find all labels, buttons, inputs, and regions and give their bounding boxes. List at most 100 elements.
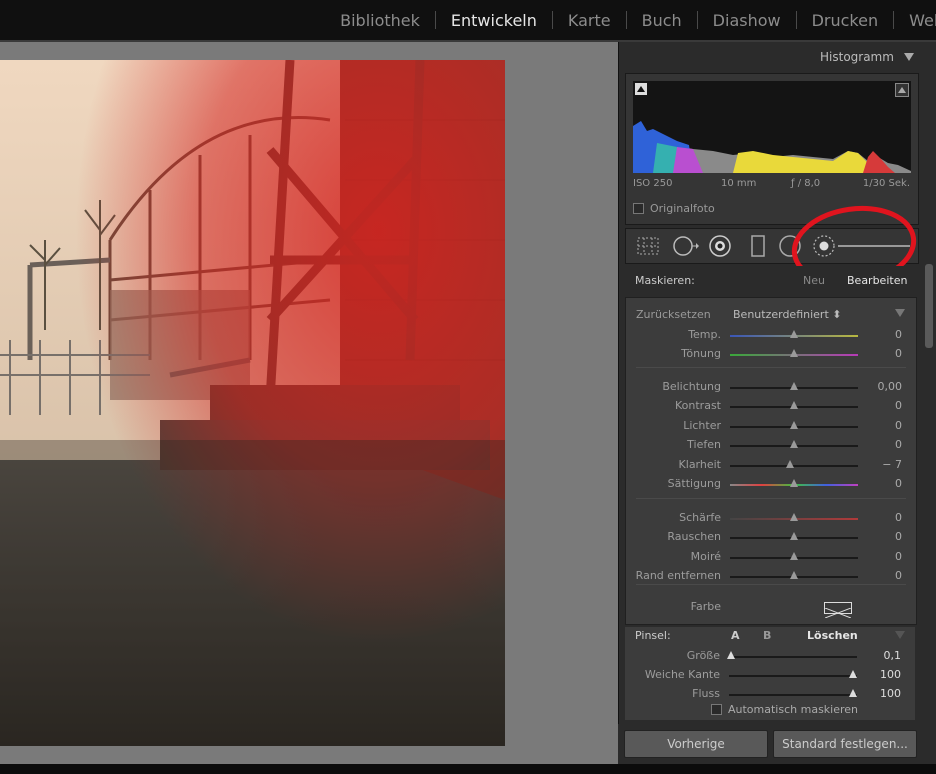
histogram-curve [633,121,911,173]
auto-mask-toggle[interactable]: Automatisch maskieren [711,703,858,716]
module-tab-diashow[interactable]: Diashow [698,11,796,30]
mask-edit-button[interactable]: Bearbeiten [847,274,907,287]
slider-value[interactable]: 0 [895,438,902,451]
slider-lichter[interactable]: Lichter 0 [626,417,916,436]
brush-slider-thumb[interactable] [727,651,736,659]
brush-slider-value[interactable]: 100 [880,668,901,681]
highlight-clipping-toggle[interactable] [895,83,909,97]
slider-value[interactable]: 0 [895,511,902,524]
panel-scrollbar[interactable] [925,264,933,348]
slider-thumb[interactable] [790,513,798,521]
previous-button[interactable]: Vorherige [624,730,768,758]
slider-label: Moiré [690,549,721,563]
brush-slider-track[interactable] [729,675,857,677]
brush-slider-track[interactable] [729,694,857,696]
brush-b-tab[interactable]: B [763,629,771,642]
slider-value[interactable]: 0 [895,399,902,412]
slider-belichtung[interactable]: Belichtung 0,00 [626,378,916,397]
brush-slider-label: Größe [686,649,720,662]
slider-label: Belichtung [662,380,721,393]
shadow-clipping-toggle[interactable] [635,83,647,95]
slider-thumb[interactable] [785,459,794,468]
slider-thumb[interactable] [790,420,798,429]
original-photo-checkbox[interactable] [633,203,644,214]
crop-overlay-icon[interactable] [636,234,660,258]
brush-slider-1[interactable]: Weiche Kante 100 [625,666,915,685]
slider-value[interactable]: 0 [895,530,902,543]
exif-aperture: ƒ / 8,0 [791,178,821,189]
section-divider [636,498,906,499]
brush-collapse-icon[interactable] [895,631,905,639]
slider-track[interactable] [730,464,858,467]
slider-label: Rand entfernen [635,569,721,583]
color-row[interactable]: Farbe [626,598,916,619]
original-photo-toggle[interactable]: Originalfoto [633,202,715,215]
slider-label: Schärfe [679,511,721,524]
brush-slider-value[interactable]: 0,1 [884,649,902,662]
graduated-filter-icon[interactable] [746,234,770,258]
mask-new-button[interactable]: Neu [803,274,825,287]
photo-preview[interactable] [0,60,505,746]
module-tab-bibliothek[interactable]: Bibliothek [325,11,435,30]
section-divider [636,367,906,368]
slider-value[interactable]: 0 [895,419,902,432]
slider-tiefen[interactable]: Tiefen 0 [626,436,916,455]
module-tab-buch[interactable]: Buch [627,11,697,30]
slider-label: Kontrast [675,399,721,413]
slider-value[interactable]: 0 [895,477,902,490]
slider-thumb[interactable] [790,401,798,410]
auto-mask-checkbox[interactable] [711,704,722,715]
slider-rauschen[interactable]: Rauschen 0 [626,528,916,547]
spot-removal-icon[interactable] [672,234,699,258]
slider-value[interactable]: 0 [895,569,902,582]
bottom-button-bar: Vorherige Standard festlegen... [618,724,936,764]
red-eye-correction-icon[interactable] [708,234,732,258]
histogram-title[interactable]: Histogramm [820,50,894,64]
slider-schärfe[interactable]: Schärfe 0 [626,509,916,528]
slider-moir-[interactable]: Moiré 0 [626,548,916,567]
mask-label: Maskieren: [635,274,695,287]
collapse-triangle-icon[interactable] [904,53,914,61]
slider-value[interactable]: − 7 [882,458,902,471]
slider-thumb[interactable] [790,532,798,541]
panel-collapse-icon[interactable] [895,309,905,317]
slider-label: Temp. [688,328,721,341]
auto-mask-label: Automatisch maskieren [728,703,859,716]
slider-kontrast[interactable]: Kontrast 0 [626,397,916,416]
module-tab-web[interactable]: Web [894,11,936,30]
slider-value[interactable]: 0 [895,328,902,341]
histogram-panel: ISO 250 10 mm ƒ / 8,0 1/30 Sek. Original… [625,73,919,225]
slider-temp-[interactable]: Temp. 0 [626,326,916,345]
slider-value[interactable]: 0,00 [878,380,903,393]
set-default-button[interactable]: Standard festlegen... [773,730,917,758]
slider-thumb[interactable] [790,440,798,449]
slider-thumb[interactable] [790,349,798,358]
slider-tönung[interactable]: Tönung 0 [626,345,916,364]
slider-klarheit[interactable]: Klarheit − 7 [626,456,916,475]
module-tab-drucken[interactable]: Drucken [797,11,894,30]
brush-slider-thumb[interactable] [849,670,857,678]
slider-sättigung[interactable]: Sättigung 0 [626,475,916,494]
brush-slider-thumb[interactable] [849,689,857,697]
brush-slider-value[interactable]: 100 [880,687,901,700]
brush-slider-2[interactable]: Fluss 100 [625,685,915,704]
slider-thumb[interactable] [790,479,798,487]
brush-a-tab[interactable]: A [731,629,740,642]
slider-value[interactable]: 0 [895,347,902,360]
slider-value[interactable]: 0 [895,550,902,563]
color-swatch-icon[interactable] [824,602,852,619]
brush-erase-tab[interactable]: Löschen [807,629,858,642]
brush-label: Pinsel: [635,629,671,642]
brush-slider-0[interactable]: Größe 0,1 [625,647,915,666]
slider-thumb[interactable] [790,571,798,580]
slider-thumb[interactable] [790,382,798,390]
slider-label: Sättigung [667,477,721,490]
effect-preset-dropdown[interactable]: Benutzerdefiniert ⬍ [733,308,841,321]
reset-button[interactable]: Zurücksetzen [636,308,711,321]
module-tab-entwickeln[interactable]: Entwickeln [436,11,552,30]
module-tab-karte[interactable]: Karte [553,11,626,30]
brush-slider-track[interactable] [729,656,857,658]
slider-thumb[interactable] [790,330,798,338]
slider-thumb[interactable] [790,551,798,560]
histogram-graph[interactable] [633,81,911,173]
